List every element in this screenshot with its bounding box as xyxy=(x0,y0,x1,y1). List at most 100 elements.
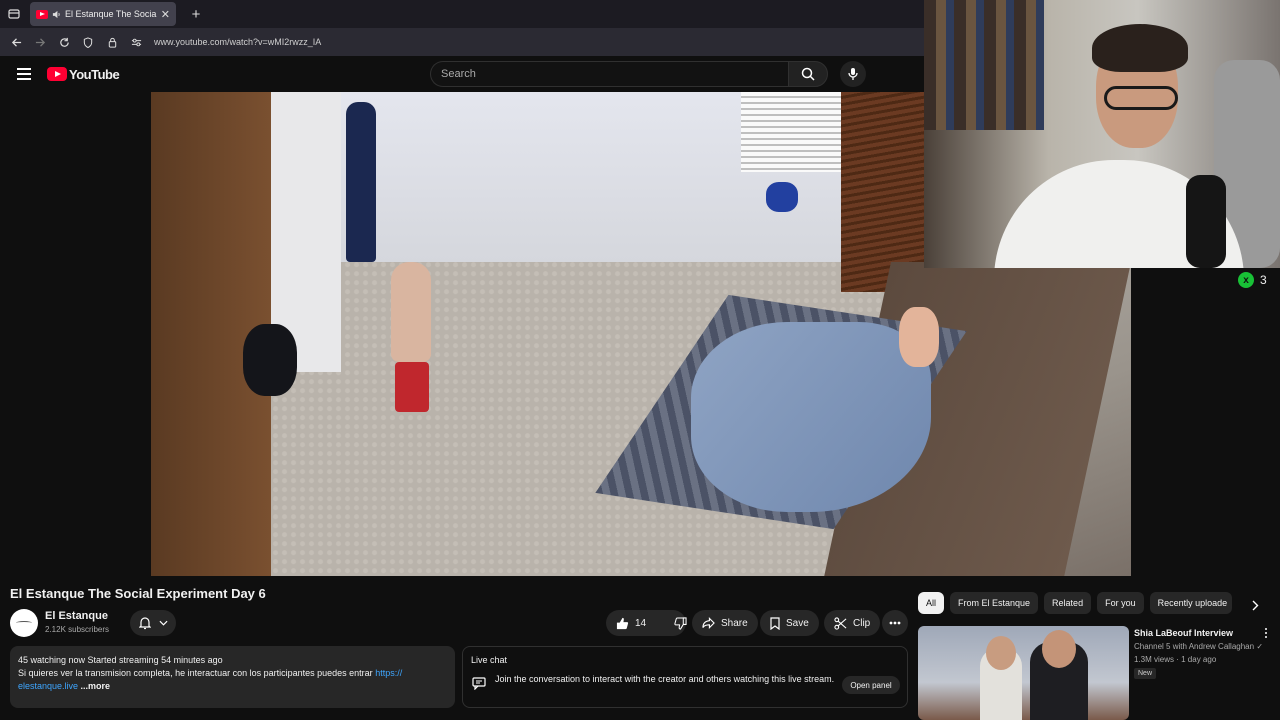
description-more[interactable]: ...more xyxy=(78,681,111,691)
video-frame-person-suit xyxy=(346,102,376,262)
search-icon xyxy=(801,67,815,81)
live-chat-box: Live chat Join the conversation to inter… xyxy=(462,646,908,708)
recommended-video-thumbnail[interactable] xyxy=(918,626,1129,720)
channel-name[interactable]: El Estanque xyxy=(45,610,108,622)
video-frame-red-shorts xyxy=(395,362,429,412)
youtube-header: YouTube xyxy=(0,56,924,92)
sliders-icon xyxy=(131,38,141,46)
video-frame-sheet xyxy=(691,322,931,512)
thumbnail-face-right xyxy=(1042,630,1076,668)
shield-icon xyxy=(83,36,93,48)
webcam-glasses xyxy=(1104,86,1178,110)
forward-button[interactable] xyxy=(30,32,50,52)
lock-icon xyxy=(108,37,116,48)
viewer-count: 3 xyxy=(1260,273,1267,287)
video-frame-black-bag xyxy=(243,324,297,396)
chip-from-channel[interactable]: From El Estanque xyxy=(950,592,1039,614)
bookmark-icon xyxy=(770,616,780,630)
youtube-logo[interactable]: YouTube xyxy=(47,66,120,82)
share-icon xyxy=(702,617,715,629)
share-button[interactable]: Share xyxy=(692,610,758,636)
notification-button[interactable] xyxy=(130,610,176,636)
browser-tab-youtube[interactable]: El Estanque The Social Experi ✕ xyxy=(30,2,176,26)
more-vertical-icon[interactable] xyxy=(1262,628,1270,638)
recommended-video-channel[interactable]: Channel 5 with Andrew Callaghan ✓ xyxy=(1134,642,1263,651)
recommended-channel-name: Channel 5 with Andrew Callaghan xyxy=(1134,642,1255,651)
recommended-video-meta: 1.3M views · 1 day ago xyxy=(1134,655,1217,664)
live-chat-heading: Live chat xyxy=(471,655,508,665)
chevron-down-icon xyxy=(158,620,168,626)
chevron-right-icon xyxy=(1252,600,1258,610)
more-horizontal-icon xyxy=(889,621,901,625)
reload-icon xyxy=(59,37,69,47)
chips-next-button[interactable] xyxy=(1244,594,1266,616)
more-actions-button[interactable] xyxy=(882,610,908,636)
reload-button[interactable] xyxy=(54,32,74,52)
bell-icon xyxy=(138,617,151,630)
permissions-button[interactable] xyxy=(126,32,146,52)
video-frame-backpack xyxy=(766,182,798,212)
menu-icon[interactable] xyxy=(17,68,31,80)
live-chat-message: Join the conversation to interact with t… xyxy=(495,674,835,684)
search-box xyxy=(430,61,788,87)
channel-avatar[interactable] xyxy=(10,609,38,637)
address-bar[interactable]: www.youtube.com/watch?v=wMI2rwzz_IA xyxy=(154,37,321,47)
speaker-icon xyxy=(52,10,60,18)
site-security-button[interactable] xyxy=(102,32,122,52)
browser-nav-bar: www.youtube.com/watch?v=wMI2rwzz_IA xyxy=(0,28,924,56)
description-box[interactable]: 45 watching now Started streaming 54 min… xyxy=(10,646,455,708)
voice-search-button[interactable] xyxy=(840,61,866,87)
open-panel-button[interactable]: Open panel xyxy=(842,676,900,694)
tracking-protection-button[interactable] xyxy=(78,32,98,52)
share-label: Share xyxy=(721,617,748,629)
webcam-clothes-rack xyxy=(924,0,1044,130)
thumbs-up-icon xyxy=(616,617,629,629)
filter-chips: All From El Estanque Related For you Rec… xyxy=(918,592,1232,614)
like-dislike-group: 14 xyxy=(606,610,687,636)
microphone-icon xyxy=(848,68,858,80)
chip-all[interactable]: All xyxy=(918,592,945,614)
clip-button[interactable]: Clip xyxy=(824,610,881,636)
webcam-person-hair xyxy=(1092,24,1188,72)
tab-list-button[interactable] xyxy=(0,0,28,28)
chat-icon xyxy=(472,677,486,690)
description-body: Si quieres ver la transmision completa, … xyxy=(18,667,447,693)
youtube-favicon-icon xyxy=(36,9,48,19)
dislike-button[interactable] xyxy=(666,616,687,630)
video-title: El Estanque The Social Experiment Day 6 xyxy=(10,586,266,601)
recommended-video-title[interactable]: Shia LaBeouf Interview xyxy=(1134,628,1233,638)
subscriber-count: 2.12K subscribers xyxy=(45,625,110,634)
close-tab-icon[interactable]: ✕ xyxy=(161,8,170,21)
youtube-play-logo-icon xyxy=(47,67,67,81)
video-frame-person-on-mattress xyxy=(899,307,939,367)
description-link-prefix[interactable]: https:// xyxy=(375,668,402,678)
arrow-left-icon xyxy=(11,37,21,47)
streamer-webcam-overlay xyxy=(924,0,1280,268)
description-link[interactable]: elestanque.live xyxy=(18,681,78,691)
new-badge: New xyxy=(1134,668,1157,679)
chip-related[interactable]: Related xyxy=(1044,592,1092,614)
thumbs-down-icon xyxy=(674,616,687,630)
verified-icon: ✓ xyxy=(1256,642,1264,651)
chip-for-you[interactable]: For you xyxy=(1097,592,1144,614)
save-label: Save xyxy=(786,617,809,629)
new-tab-button[interactable]: + xyxy=(182,6,210,23)
youtube-logo-text: YouTube xyxy=(69,66,120,82)
tab-list-icon xyxy=(8,9,20,19)
tab-title: El Estanque The Social Experi xyxy=(65,9,157,19)
save-button[interactable]: Save xyxy=(760,610,819,636)
screen: El Estanque The Social Experi ✕ + www.yo… xyxy=(0,0,1280,720)
browser-tab-bar: El Estanque The Social Experi ✕ + xyxy=(0,0,924,28)
like-count: 14 xyxy=(635,617,647,629)
video-frame-person xyxy=(391,262,431,362)
description-text: Si quieres ver la transmision completa, … xyxy=(18,668,376,678)
viewer-count-overlay: x 3 xyxy=(1238,272,1267,288)
back-button[interactable] xyxy=(6,32,26,52)
chip-recently-uploaded[interactable]: Recently uploade xyxy=(1149,592,1232,614)
search-input[interactable] xyxy=(431,62,788,86)
clip-label: Clip xyxy=(853,617,871,629)
thumbnail-face-left xyxy=(986,636,1016,670)
arrow-right-icon xyxy=(35,37,45,47)
like-button[interactable]: 14 xyxy=(606,610,646,636)
search-button[interactable] xyxy=(788,61,828,87)
